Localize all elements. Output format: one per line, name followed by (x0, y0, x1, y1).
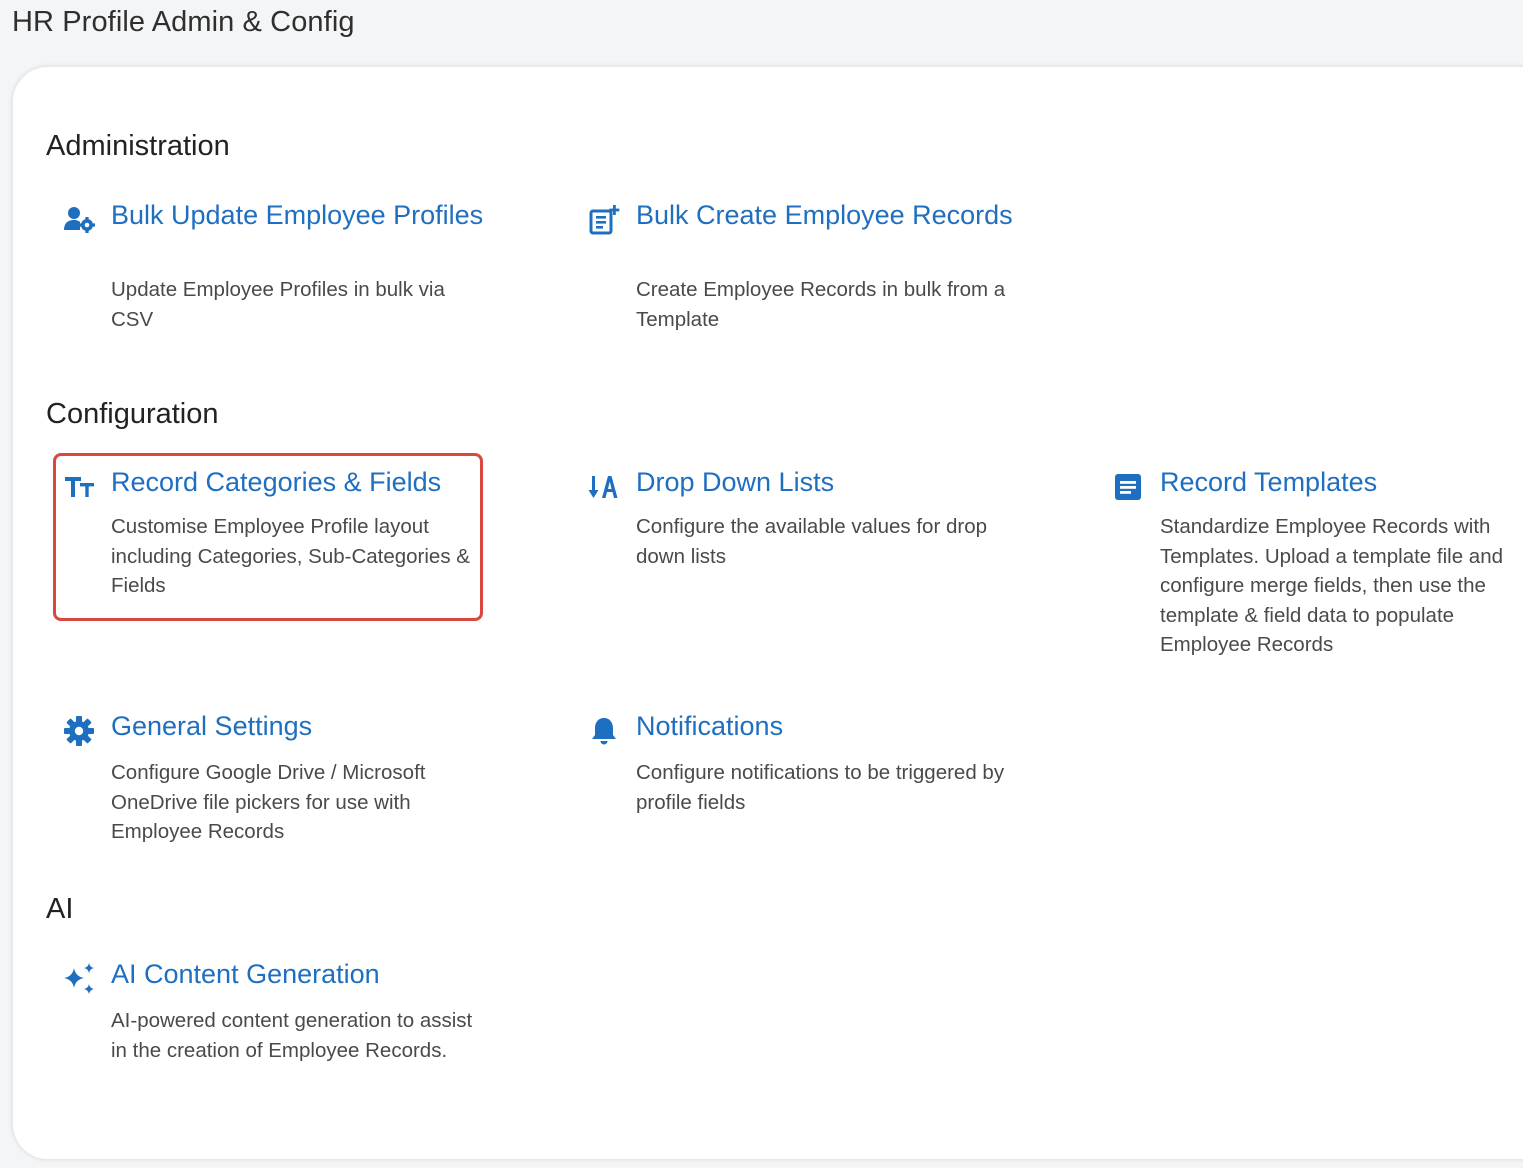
sparkles-icon (62, 962, 96, 996)
section-heading-configuration: Configuration (46, 398, 219, 430)
section-heading-administration: Administration (46, 130, 230, 162)
text-size-icon (62, 470, 96, 504)
tile-description: Update Employee Profiles in bulk via CSV (111, 278, 445, 331)
tile-title[interactable]: Record Categories & Fields (111, 468, 491, 496)
tile-description: Configure Google Drive / Microsoft OneDr… (111, 761, 426, 843)
document-icon (1111, 470, 1145, 504)
sort-alpha-icon (587, 470, 621, 504)
add-record-icon (587, 203, 621, 237)
tile-description: Create Employee Records in bulk from a T… (636, 278, 1006, 331)
tile-title[interactable]: Bulk Create Employee Records (636, 201, 1016, 229)
bell-icon (587, 714, 621, 748)
page-title: HR Profile Admin & Config (12, 6, 355, 38)
tile-description: AI-powered content generation to assist … (111, 1009, 473, 1062)
tile-title[interactable]: Notifications (636, 712, 1016, 740)
tile-description: Customise Employee Profile layout includ… (111, 515, 470, 597)
gear-icon (62, 714, 96, 748)
section-heading-ai: AI (46, 893, 74, 925)
tile-title[interactable]: AI Content Generation (111, 960, 491, 988)
tile-description: Configure the available values for drop … (636, 515, 987, 568)
tile-title[interactable]: Drop Down Lists (636, 468, 1016, 496)
tile-title[interactable]: Bulk Update Employee Profiles (111, 201, 491, 229)
tile-description: Standardize Employee Records with Templa… (1160, 515, 1504, 656)
tile-description: Configure notifications to be triggered … (636, 761, 1005, 814)
tile-title[interactable]: Record Templates (1160, 468, 1523, 496)
tile-title[interactable]: General Settings (111, 712, 491, 740)
user-gear-icon (62, 203, 96, 237)
